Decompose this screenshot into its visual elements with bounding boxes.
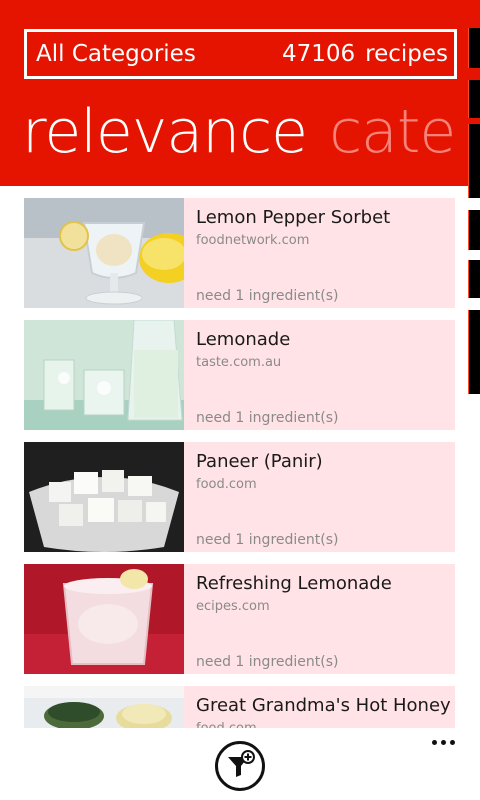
pivot-relevance[interactable]: relevance	[22, 97, 308, 167]
category-label: All Categories	[36, 41, 196, 67]
recipe-source: foodnetwork.com	[196, 233, 310, 248]
recipe-title: Lemon Pepper Sorbet	[196, 207, 391, 228]
recipe-count: 47106 recipes	[272, 32, 448, 76]
recipe-source: ecipes.com	[196, 599, 270, 614]
header-bar: All Categories 47106 recipes relevance cat…	[0, 0, 480, 186]
recipe-thumbnail	[24, 686, 184, 728]
recipe-item[interactable]: Paneer (Panir) food.com need 1 ingredien…	[24, 442, 455, 552]
recipe-item[interactable]: Refreshing Lemonade ecipes.com need 1 in…	[24, 564, 455, 674]
recipe-source: food.com	[196, 720, 257, 728]
recipe-item[interactable]: Great Grandma's Hot Honey Lem food.com	[24, 686, 455, 728]
recipe-need: need 1 ingredient(s)	[196, 532, 339, 548]
ellipsis-icon[interactable]	[430, 737, 458, 749]
recipe-thumbnail	[24, 198, 184, 308]
recipe-item[interactable]: Lemonade taste.com.au need 1 ingredient(…	[24, 320, 455, 430]
pivot-headers: relevance cate	[22, 92, 456, 172]
recipe-source: food.com	[196, 477, 257, 492]
recipe-count-value: 47106	[281, 41, 356, 67]
filter-add-button[interactable]	[215, 741, 265, 791]
recipe-thumbnail	[24, 442, 184, 552]
recipe-source: taste.com.au	[196, 355, 282, 370]
recipe-need: need 1 ingredient(s)	[196, 654, 339, 670]
frame-rate-counter	[468, 28, 480, 394]
recipe-need: need 1 ingredient(s)	[196, 410, 339, 426]
filter-add-icon	[228, 750, 255, 777]
recipe-title: Lemonade	[196, 329, 291, 350]
recipe-title: Great Grandma's Hot Honey Lem	[196, 695, 455, 716]
pivot-categories[interactable]: cate	[329, 97, 456, 167]
recipe-thumbnail	[24, 564, 184, 674]
recipe-title: Paneer (Panir)	[196, 451, 323, 472]
recipe-need: need 1 ingredient(s)	[196, 288, 339, 304]
recipe-count-unit: recipes	[365, 41, 448, 67]
recipe-list[interactable]: Lemon Pepper Sorbet foodnetwork.com need…	[24, 198, 455, 728]
category-selector[interactable]: All Categories 47106 recipes	[24, 29, 457, 79]
recipe-item[interactable]: Lemon Pepper Sorbet foodnetwork.com need…	[24, 198, 455, 308]
recipe-title: Refreshing Lemonade	[196, 573, 392, 594]
recipe-thumbnail	[24, 320, 184, 430]
